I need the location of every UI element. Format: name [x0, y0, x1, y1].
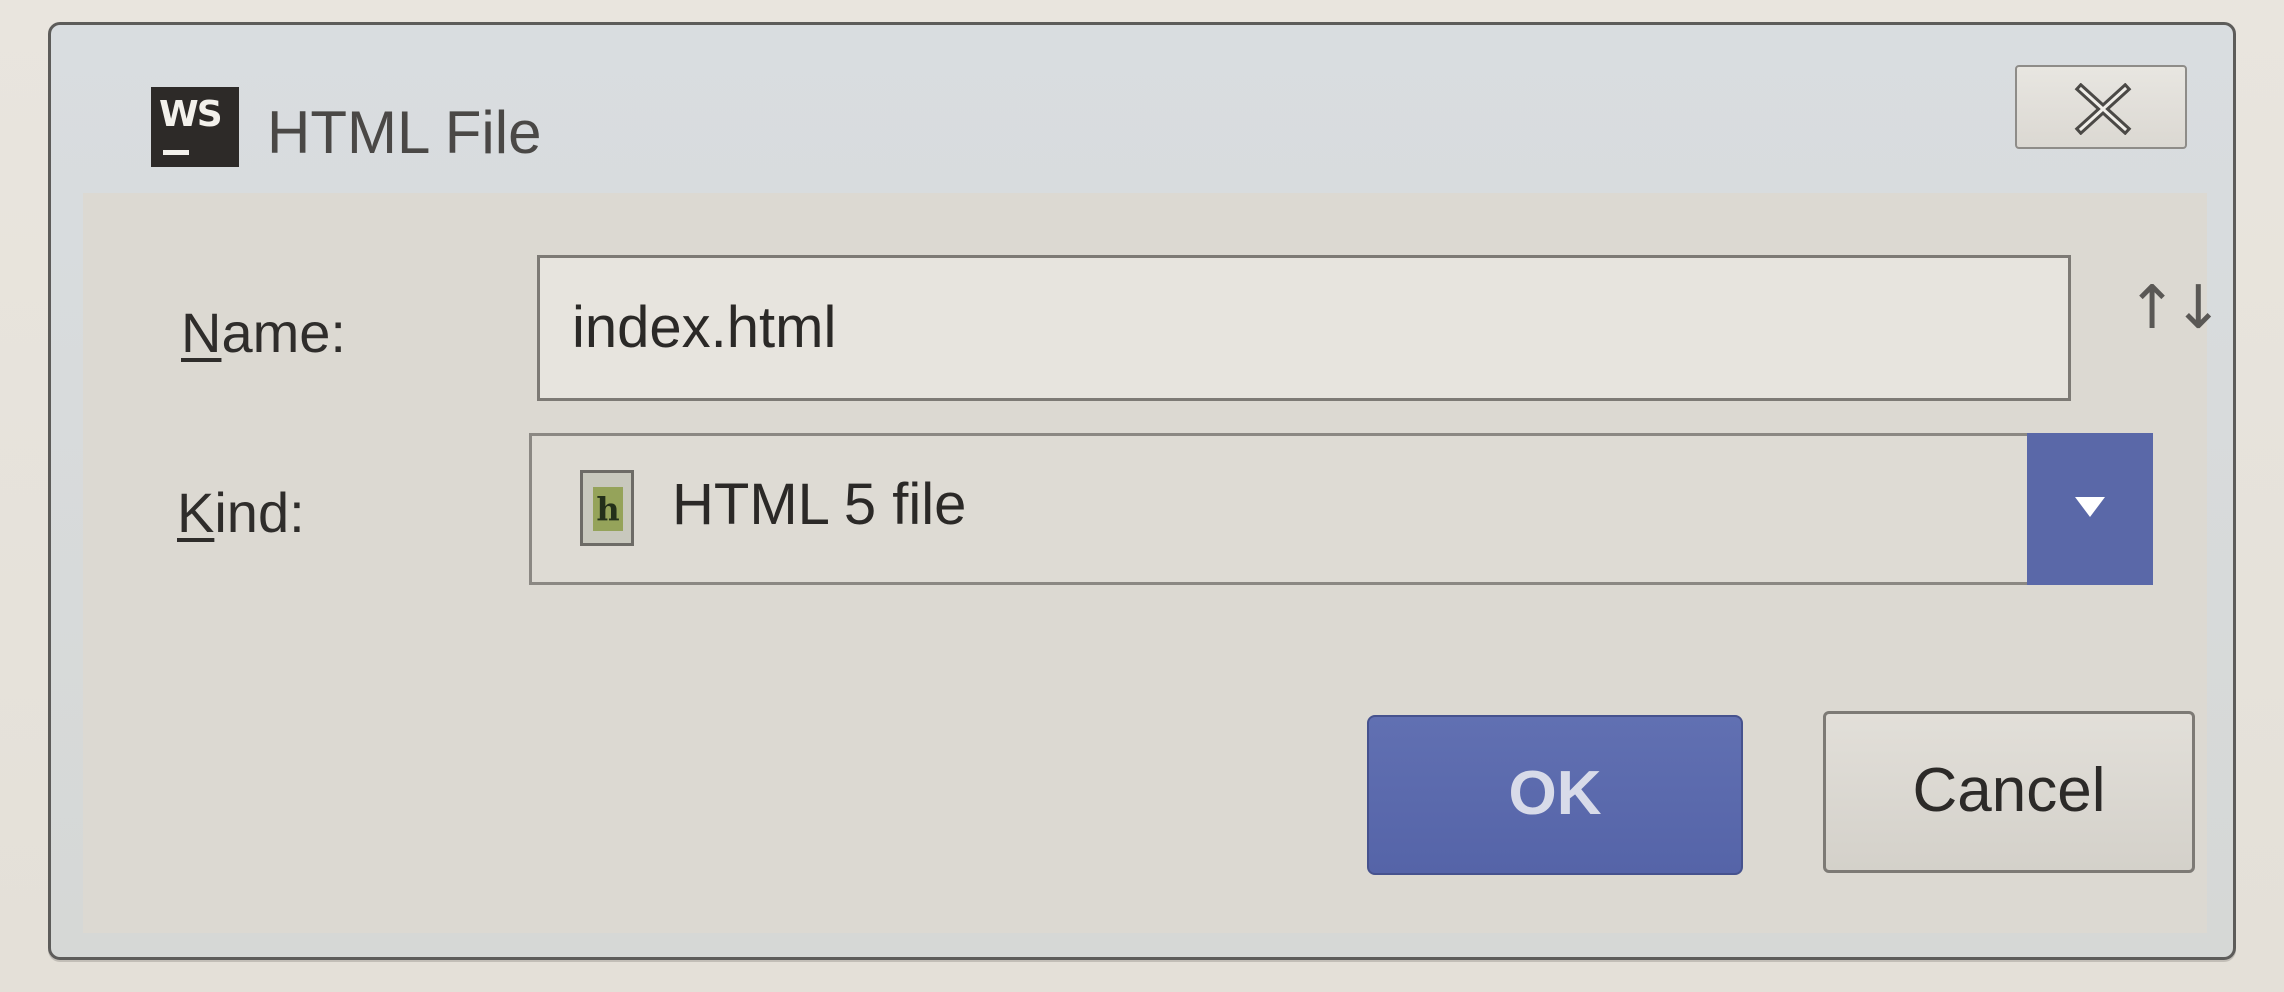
name-input[interactable]: index.html — [537, 255, 2071, 401]
dialog-title: HTML File — [267, 99, 542, 166]
close-icon — [2074, 83, 2132, 135]
dialog-content: Name: index.html ↑↓ Kind: h HTML 5 file … — [83, 193, 2224, 933]
close-button[interactable] — [2015, 65, 2187, 149]
kind-selected-value: HTML 5 file — [672, 472, 967, 537]
html-file-dialog: WS HTML File Name: index.html ↑↓ Kind: h — [48, 22, 2236, 960]
html-file-icon-glyph: h — [593, 487, 623, 531]
kind-select[interactable]: h HTML 5 file — [529, 433, 2153, 585]
title-bar[interactable]: WS HTML File — [51, 25, 2233, 185]
html-file-icon: h — [580, 470, 634, 546]
name-label: Name: — [181, 305, 346, 361]
kind-label-mnemonic: K — [177, 481, 215, 544]
sort-order-icon[interactable]: ↑↓ — [2127, 273, 2224, 343]
kind-label-text: ind: — [214, 481, 305, 544]
screen: WS HTML File Name: index.html ↑↓ Kind: h — [0, 0, 2284, 992]
kind-dropdown-button[interactable] — [2027, 433, 2153, 585]
webstorm-logo-icon: WS — [151, 87, 239, 167]
kind-label: Kind: — [177, 485, 305, 541]
name-label-mnemonic: N — [181, 301, 222, 364]
cancel-button[interactable]: Cancel — [1823, 711, 2195, 873]
ok-button[interactable]: OK — [1367, 715, 1743, 875]
chevron-down-icon — [2075, 497, 2105, 517]
name-label-text: ame: — [221, 301, 346, 364]
